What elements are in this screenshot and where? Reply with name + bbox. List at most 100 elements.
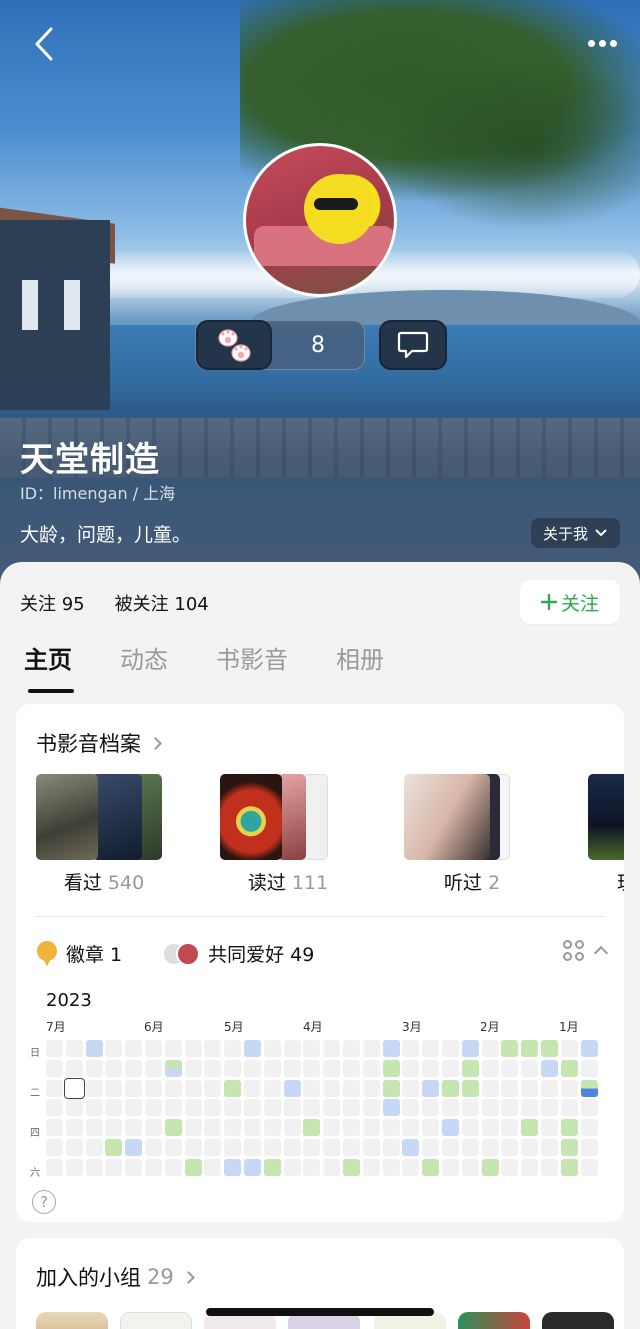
heatmap-cell [402,1119,420,1137]
medal-icon [36,940,58,967]
listened-item[interactable]: 听过 2 [402,774,552,894]
tab-album[interactable]: 相册 [336,640,384,693]
tab-activity[interactable]: 动态 [120,640,168,693]
heatmap-cell [204,1119,222,1137]
heatmap-cell [145,1139,162,1156]
follow-button[interactable]: 关注 [520,580,620,624]
heatmap-cell [343,1059,360,1077]
heatmap-cell [402,1059,420,1077]
followers-count[interactable]: 被关注 104 [115,590,209,616]
groups-title[interactable]: 加入的小组 29 [36,1262,195,1292]
view-toggle[interactable] [563,940,609,961]
heatmap-cell [125,1079,143,1097]
heatmap-cell [362,1079,380,1097]
heatmap-cell [560,1059,578,1077]
heatmap-cell [164,1139,182,1156]
heatmap-today-cell[interactable] [63,1077,85,1099]
heatmap-cell [224,1099,242,1117]
profile-sheet: 关注 95 被关注 104 关注 主页 动态 书影音 相册 书影音档案 看过 5… [0,562,640,1329]
heatmap-cell [244,1139,261,1156]
heatmap-cell [481,1119,499,1137]
common-hobbies-button[interactable]: 共同爱好 49 [162,940,314,967]
heatmap-cell [263,1099,281,1117]
paw-group: 8 [195,320,365,370]
heatmap-cell [46,1059,63,1077]
chat-bubble-icon [397,331,429,359]
heatmap-cell [184,1119,202,1137]
calendar-year: 2023 [46,990,92,1011]
heatmap-cell [541,1119,558,1137]
book-cover [220,774,282,860]
heatmap-cell [65,1139,83,1156]
heatmap-cell [125,1040,143,1057]
heatmap-cell [204,1099,222,1117]
heatmap-cell [343,1139,360,1156]
heatmap-cell [402,1139,420,1156]
profile-tabs: 主页 动态 书影音 相册 [24,640,384,693]
message-button[interactable] [379,320,447,370]
watched-text: 看过 [63,872,102,894]
heatmap-cell [283,1059,301,1077]
paw-button[interactable] [196,320,272,370]
heatmap-cell [184,1139,202,1156]
heatmap-cell [501,1040,519,1057]
heatmap-cell [402,1040,420,1057]
avatar[interactable] [243,143,397,297]
profile-bio: 大龄，问题，儿童。 [20,524,192,546]
heatmap-cell [541,1059,558,1077]
chevron-left-icon [35,27,53,61]
heatmap-cell [303,1119,321,1137]
heatmap-cell [125,1158,143,1176]
more-button[interactable] [582,28,622,58]
tab-home[interactable]: 主页 [24,640,74,693]
heatmap-cell [283,1079,301,1097]
badge-button[interactable]: 徽章 1 [36,940,122,967]
heatmap-cell [541,1158,558,1176]
month-label: 6月 [144,1020,164,1034]
heatmap-cell [184,1040,202,1057]
group-thumb[interactable] [542,1312,614,1329]
back-button[interactable] [26,24,62,64]
tab-media[interactable]: 书影音 [216,640,288,693]
help-button[interactable]: ? [32,1190,56,1214]
heatmap-cell [323,1099,341,1117]
played-text: 玩 [617,872,624,894]
heatmap-cell [85,1040,103,1057]
heatmap-cell [85,1139,103,1156]
archive-title[interactable]: 书影音档案 [36,728,162,758]
heatmap-cell [323,1059,341,1077]
following-count[interactable]: 关注 95 [20,590,85,616]
home-indicator [206,1308,434,1316]
heatmap-cell [382,1059,400,1077]
about-me-button[interactable]: 关于我 [530,518,620,548]
played-item[interactable]: 玩 [586,774,624,894]
group-thumb[interactable] [36,1312,108,1329]
heatmap-cell [521,1059,539,1077]
month-label: 4月 [303,1020,323,1034]
heatmap-cell [244,1079,261,1097]
heatmap-cell [303,1079,321,1097]
divider [36,916,604,917]
group-thumb[interactable] [458,1312,530,1329]
heatmap-cell [402,1158,420,1176]
follow-stats: 关注 95 被关注 104 [20,590,209,616]
group-thumb[interactable] [120,1312,192,1329]
heatmap-cell [244,1119,261,1137]
grid-view-icon [563,940,584,961]
heatmap-cell [422,1059,440,1077]
archive-card: 书影音档案 看过 540 读过 111 听过 2 徽章 1 共同爱好 49 20… [16,704,624,1222]
heatmap-cell [65,1040,83,1057]
weekday-label: 二 [30,1088,40,1099]
heatmap-cell [580,1119,598,1137]
watched-item[interactable]: 看过 540 [34,774,184,894]
heatmap-cell [343,1119,360,1137]
house-window [64,280,80,330]
paw-icon [218,329,251,362]
heatmap-cell [65,1099,83,1117]
heatmap-cell [145,1158,162,1176]
heatmap-cell [501,1139,519,1156]
heatmap-cell [65,1119,83,1137]
heatmap-cell [580,1040,598,1057]
heatmap-cell [461,1040,479,1057]
read-item[interactable]: 读过 111 [218,774,368,894]
